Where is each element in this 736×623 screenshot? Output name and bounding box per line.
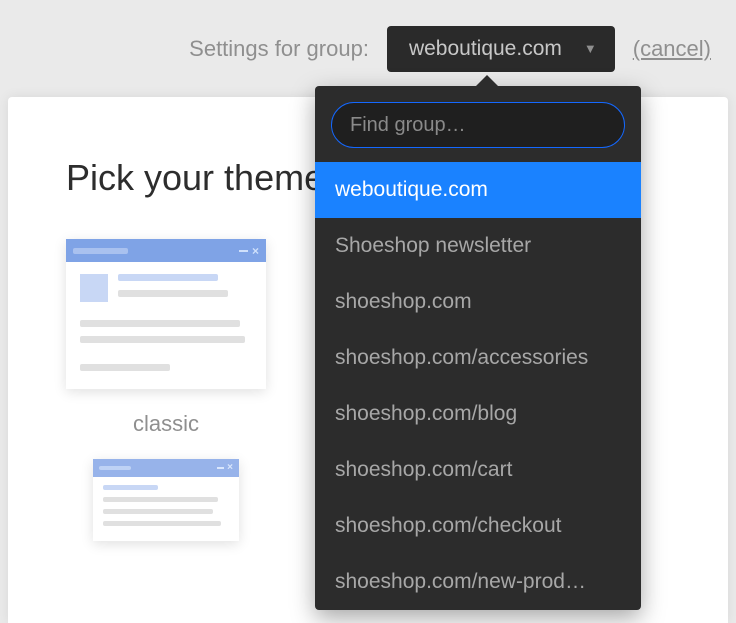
dropdown-option[interactable]: shoeshop.com/accessories: [315, 330, 641, 386]
group-select-button[interactable]: weboutique.com ▼: [387, 26, 615, 72]
settings-for-label: Settings for group:: [189, 36, 369, 62]
dropdown-option[interactable]: shoeshop.com/new-prod…: [315, 554, 641, 610]
dropdown-option[interactable]: shoeshop.com/cart: [315, 442, 641, 498]
search-wrap: [315, 86, 641, 162]
dropdown-option[interactable]: shoeshop.com/checkout: [315, 498, 641, 554]
topbar: Settings for group: weboutique.com ▼ (ca…: [0, 0, 736, 97]
dropdown-option[interactable]: Shoeshop newsletter: [315, 218, 641, 274]
group-dropdown-popover: weboutique.com Shoeshop newsletter shoes…: [315, 86, 641, 610]
dropdown-options: weboutique.com Shoeshop newsletter shoes…: [315, 162, 641, 610]
window-titlebar-icon: ×: [66, 239, 266, 262]
theme-label: classic: [133, 411, 199, 437]
dropdown-option[interactable]: shoeshop.com/blog: [315, 386, 641, 442]
theme-thumbnail: ×: [66, 239, 266, 389]
group-select-value: weboutique.com: [409, 37, 562, 61]
dropdown-option[interactable]: shoeshop.com: [315, 274, 641, 330]
cancel-link[interactable]: (cancel): [633, 36, 711, 62]
window-titlebar-icon: ×: [93, 459, 239, 477]
dropdown-option[interactable]: weboutique.com: [315, 162, 641, 218]
chevron-down-icon: ▼: [584, 41, 597, 56]
theme-thumbnail-secondary: ×: [93, 459, 239, 541]
search-input[interactable]: [331, 102, 625, 148]
theme-item-classic[interactable]: × classic ×: [66, 239, 266, 541]
